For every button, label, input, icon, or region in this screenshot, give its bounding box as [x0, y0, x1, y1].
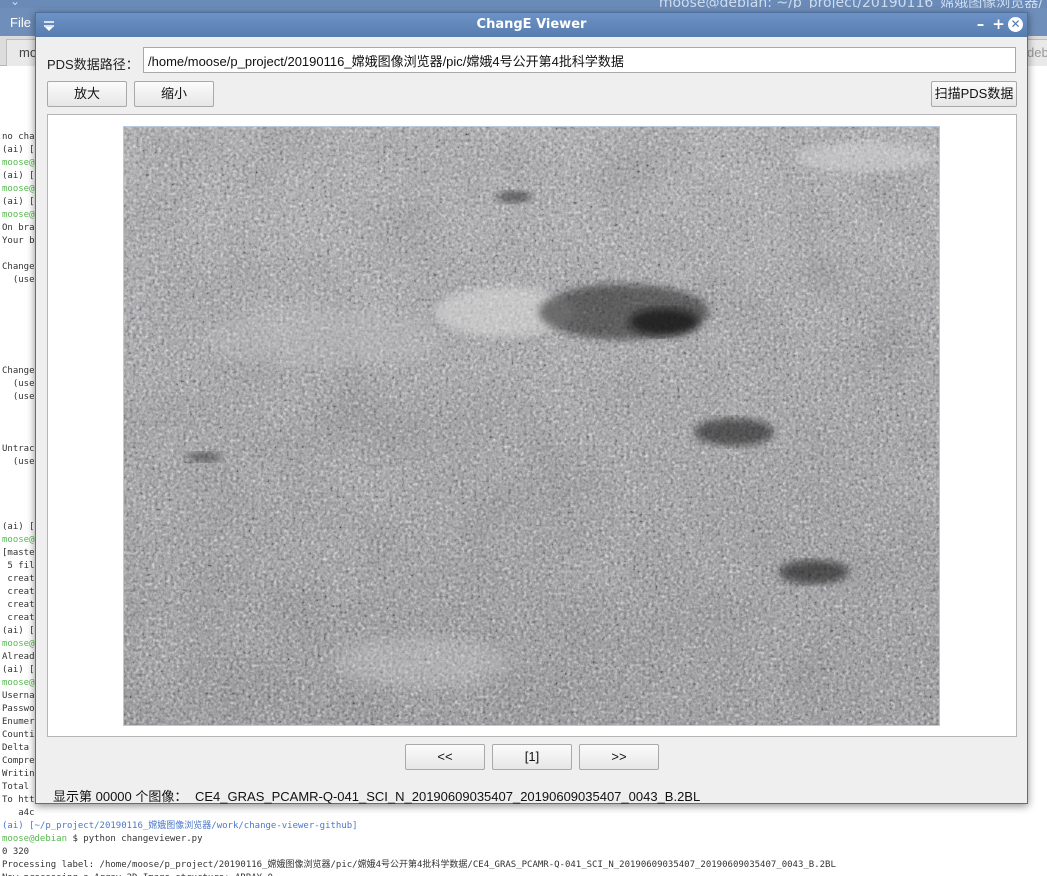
next-button[interactable]: >>: [579, 744, 659, 770]
terminal-titlebar: ⌄ moose@debian: ~/p_project/20190116_嫦娥图…: [0, 0, 1047, 8]
window-titlebar[interactable]: ChangE Viewer – + ✕: [36, 13, 1027, 37]
maximize-icon[interactable]: +: [990, 16, 1007, 33]
page-button[interactable]: [1]: [492, 744, 572, 770]
terminal-line: 0 320: [2, 847, 30, 857]
zoom-in-button[interactable]: 放大: [47, 81, 127, 107]
change-viewer-window: ChangE Viewer – + ✕ PDS数据路径： 放大 缩小 扫描PDS…: [35, 12, 1028, 804]
terminal-prompt: moose@debian: [2, 834, 68, 844]
terminal-line: a4c: [2, 808, 35, 818]
terminal-chevron-icon[interactable]: ⌄: [10, 0, 20, 8]
image-display-area[interactable]: [47, 114, 1017, 737]
window-title: ChangE Viewer: [476, 17, 587, 32]
lunar-surface-image: [123, 126, 940, 726]
close-icon[interactable]: ✕: [1008, 16, 1025, 33]
pds-path-label: PDS数据路径：: [47, 57, 139, 72]
previous-button[interactable]: <<: [405, 744, 485, 770]
terminal-line: (ai) [~/p_project/20190116_嫦娥图像浏览器/work/…: [2, 821, 358, 831]
terminal-window-title: moose@debian: ~/p_project/20190116_嫦娥图像浏…: [658, 0, 1043, 8]
scan-pds-button[interactable]: 扫描PDS数据: [931, 81, 1017, 107]
minimize-icon[interactable]: –: [972, 16, 989, 33]
terminal-line: moose@debian $ python changeviewer.py: [2, 833, 1042, 846]
zoom-out-button[interactable]: 缩小: [134, 81, 214, 107]
status-prefix: 显示第 00000 个图像：: [53, 789, 188, 804]
status-bar: 显示第 00000 个图像： CE4_GRAS_PCAMR-Q-041_SCI_…: [53, 786, 704, 805]
terminal-command: $ python changeviewer.py: [67, 834, 203, 844]
terminal-menu-file[interactable]: File: [10, 15, 31, 30]
terminal-line: Now processing a Array_2D_Image structur…: [2, 872, 1042, 876]
terminal-line: Processing label: /home/moose/p_project/…: [2, 860, 836, 870]
status-filename: CE4_GRAS_PCAMR-Q-041_SCI_N_2019060903540…: [195, 789, 701, 804]
pds-path-input[interactable]: [143, 47, 1016, 73]
